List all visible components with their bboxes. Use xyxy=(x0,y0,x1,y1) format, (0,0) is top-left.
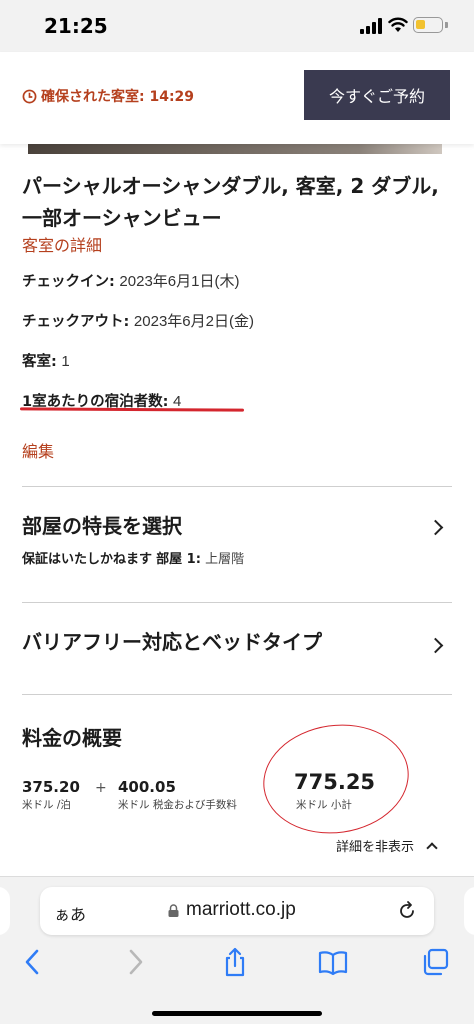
divider xyxy=(22,694,452,695)
rooms-label: 客室: xyxy=(22,354,57,370)
page-settings-button[interactable]: ぁあ xyxy=(54,901,86,925)
reload-icon[interactable] xyxy=(396,900,418,922)
plus-sign: + xyxy=(95,780,107,796)
checkin-label: チェックイン: xyxy=(22,274,115,290)
reservation-hold-bar: 確保された客室: 14:29 今すぐご予約 xyxy=(0,52,474,144)
book-now-button[interactable]: 今すぐご予約 xyxy=(304,70,450,120)
room-photo xyxy=(28,144,442,154)
tax-value: 400.05 xyxy=(118,778,176,796)
features-room-label: 部屋 1: xyxy=(156,552,201,567)
chevron-right-icon xyxy=(427,519,444,536)
status-time: 21:25 xyxy=(44,14,108,38)
divider xyxy=(22,602,452,603)
battery-icon xyxy=(413,17,443,33)
hide-details-label: 詳細を非表示 xyxy=(336,840,415,855)
chevron-up-icon xyxy=(426,842,438,854)
home-indicator xyxy=(152,1011,322,1016)
checkin-row: チェックイン: 2023年6月1日(木) xyxy=(22,270,239,291)
rooms-value: 1 xyxy=(61,353,70,370)
divider xyxy=(22,486,452,487)
tax-unit: 米ドル 税金および手数料 xyxy=(118,799,237,811)
accessibility-title: バリアフリー対応とベッドタイプ xyxy=(22,630,322,654)
clock-icon xyxy=(22,89,37,103)
price-summary-title: 料金の概要 xyxy=(22,726,122,750)
room-details-link[interactable]: 客室の詳細 xyxy=(22,232,102,256)
browser-toolbar: ぁあ marriott.co.jp xyxy=(0,876,474,1024)
bookmarks-icon[interactable] xyxy=(318,947,348,977)
checkout-value: 2023年6月2日(金) xyxy=(133,313,254,330)
address-bar[interactable]: ぁあ marriott.co.jp xyxy=(40,887,434,935)
forward-icon[interactable] xyxy=(120,947,150,977)
back-icon[interactable] xyxy=(18,947,48,977)
battery-tip xyxy=(445,22,448,28)
checkin-value: 2023年6月1日(木) xyxy=(119,273,240,290)
tabs-icon[interactable] xyxy=(420,947,450,977)
checkout-label: チェックアウト: xyxy=(22,314,130,330)
hide-details-toggle[interactable]: 詳細を非表示 xyxy=(336,836,438,855)
room-title: パーシャルオーシャンダブル, 客室, 2 ダブル, 一部オーシャンビュー xyxy=(22,174,439,230)
red-annotation-circle xyxy=(256,715,416,843)
status-bar: 21:25 xyxy=(0,0,474,52)
edit-link[interactable]: 編集 xyxy=(22,438,54,462)
hold-timer: 確保された客室: 14:29 xyxy=(22,86,194,106)
features-disclaimer: 保証はいたしかねます xyxy=(22,552,153,567)
cellular-signal-icon xyxy=(360,18,382,34)
url-text: marriott.co.jp xyxy=(186,899,296,920)
lock-icon xyxy=(168,904,179,917)
chevron-right-icon xyxy=(427,637,444,654)
rooms-row: 客室: 1 xyxy=(22,350,70,371)
wifi-icon xyxy=(388,17,408,32)
share-icon[interactable] xyxy=(220,947,250,977)
room-features-note: 保証はいたしかねます 部屋 1: 上層階 xyxy=(22,548,244,567)
checkout-row: チェックアウト: 2023年6月2日(金) xyxy=(22,310,254,331)
previous-tab-preview[interactable] xyxy=(0,887,10,935)
room-features-title: 部屋の特長を選択 xyxy=(22,514,182,538)
next-tab-preview[interactable] xyxy=(464,887,474,935)
nightly-rate-unit: 米ドル /泊 xyxy=(22,799,71,811)
nightly-rate-value: 375.20 xyxy=(22,778,80,796)
hold-timer-text: 確保された客室: 14:29 xyxy=(41,89,195,105)
features-room-value: 上層階 xyxy=(205,552,245,567)
